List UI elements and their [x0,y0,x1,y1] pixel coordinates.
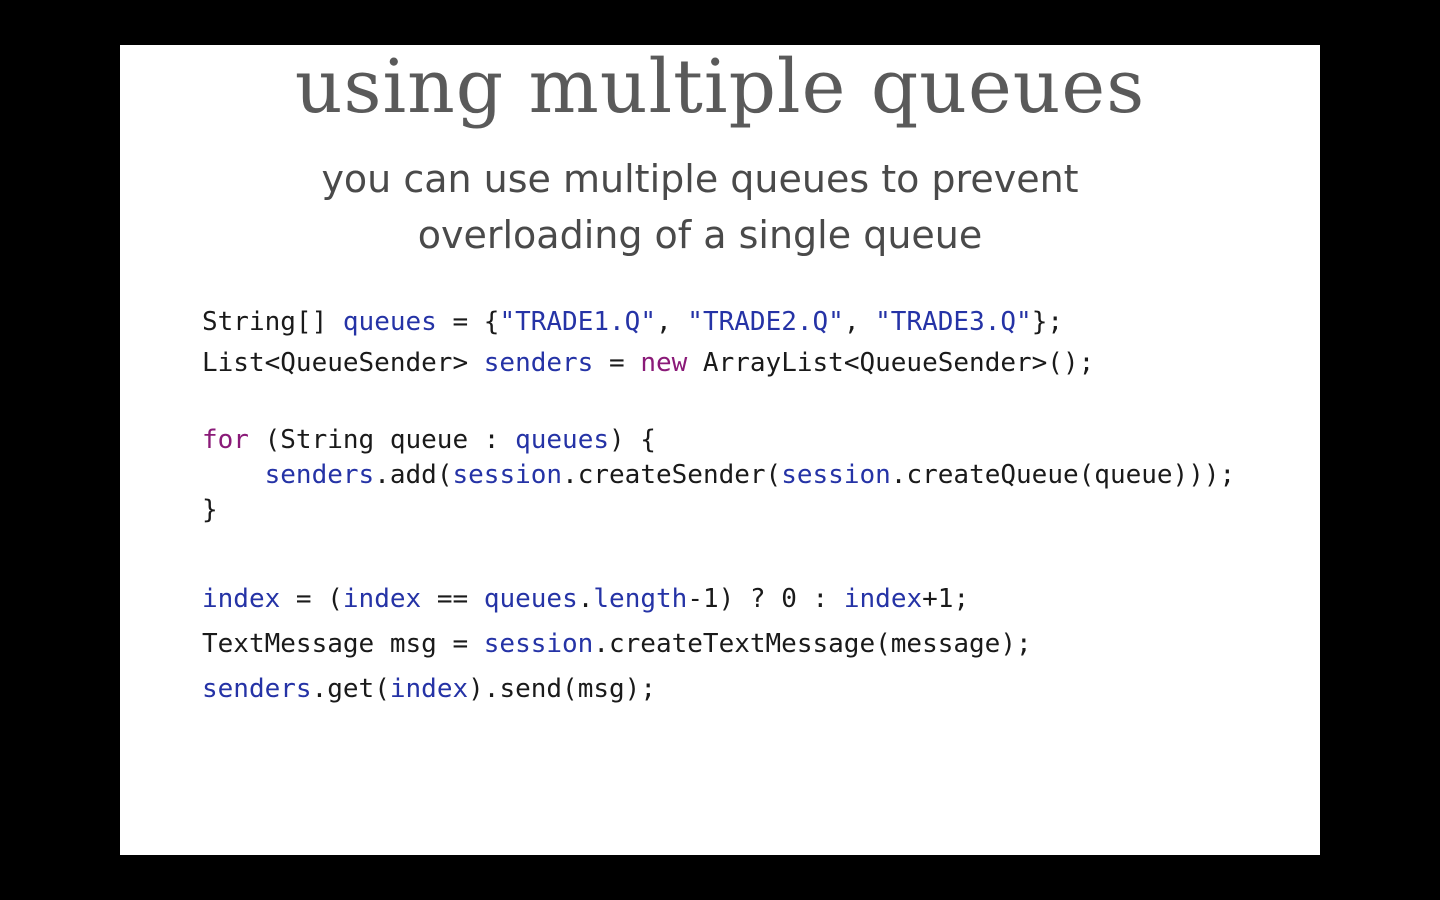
code-token: = [593,348,641,378]
code-token: "TRADE1.Q" [499,307,656,337]
code-token: session [452,460,563,490]
code-token: for [202,425,249,455]
code-token: "TRADE2.Q" [687,307,844,337]
code-token: length [593,584,688,614]
code-line: TextMessage msg = session.createTextMess… [202,629,1032,659]
code-token: ).send(msg); [468,674,656,704]
code-token: List<QueueSender> [202,348,484,378]
code-token: .add( [374,460,453,490]
code-token: index [202,584,281,614]
code-token: senders [264,460,375,490]
code-token: -1) ? 0 : [687,584,844,614]
code-line: senders.get(index).send(msg); [202,674,656,704]
code-token: = ( [280,584,343,614]
code-token: , [843,307,876,337]
code-token: } [202,495,218,525]
code-token: senders [202,674,312,704]
code-token: .createTextMessage(message); [593,629,1032,659]
code-token: }; [1031,307,1064,337]
code-token: index [843,584,923,614]
code-line: } [202,495,218,525]
code-token: , [655,307,688,337]
code-token: session [781,460,891,490]
code-token: .createSender( [562,460,782,490]
code-line: for (String queue : queues) { [202,425,656,455]
code-token: ArrayList<QueueSender>(); [687,348,1095,378]
code-token: (String queue : [248,425,516,455]
code-token: = { [436,307,500,337]
code-token: queues [483,584,578,614]
code-token: String[] [202,307,343,337]
code-token: index [389,674,469,704]
code-token: ) { [609,425,656,455]
code-token: "TRADE3.Q" [875,307,1032,337]
code-token: queues [342,307,437,337]
code-line: index = (index == queues.length-1) ? 0 :… [202,584,969,614]
presentation-slide: using multiple queues you can use multip… [120,45,1320,855]
code-block: String[] queues = {"TRADE1.Q", "TRADE2.Q… [202,45,1235,704]
code-token: new [640,348,688,378]
code-line: senders.add(session.createSender(session… [202,460,1236,490]
subtitle-line-1: you can use multiple queues to prevent [321,157,1079,201]
code-token: session [483,629,594,659]
code-token: . [577,584,594,614]
code-token: senders [483,348,594,378]
code-token: .get( [311,674,390,704]
code-line: List<QueueSender> senders = new ArrayLis… [202,348,1094,378]
slide-subtitle: you can use multiple queues to prevent o… [100,151,1300,263]
code-token: index [342,584,422,614]
code-token: TextMessage msg = [202,629,484,659]
code-token: +1; [922,584,970,614]
code-token: .createQueue(queue))); [890,460,1236,490]
code-line: String[] queues = {"TRADE1.Q", "TRADE2.Q… [202,307,1063,337]
code-token: queues [515,425,609,455]
code-token: == [421,584,484,614]
subtitle-line-2: overloading of a single queue [417,213,983,257]
